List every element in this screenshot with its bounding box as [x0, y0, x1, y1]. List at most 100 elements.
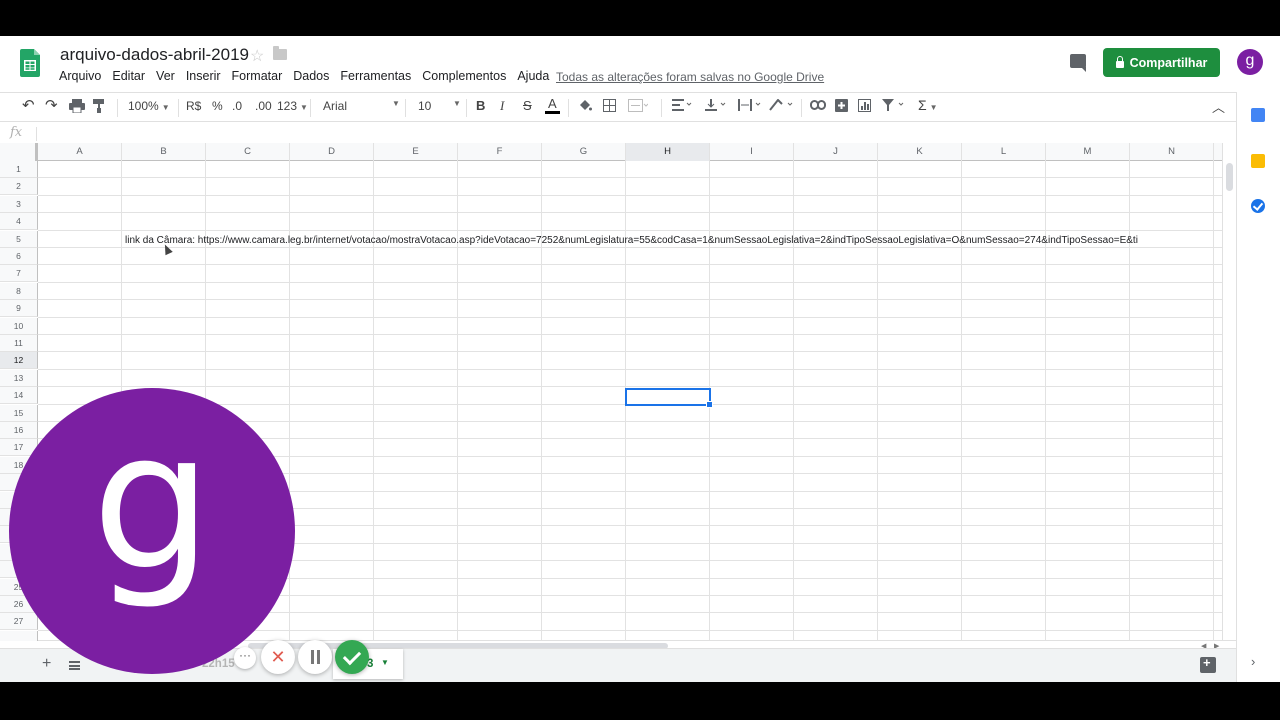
webcam-bubble[interactable]: g — [9, 388, 295, 674]
row-header-10[interactable]: 10 — [0, 317, 38, 335]
row-header-5[interactable]: 5 — [0, 230, 38, 248]
row-header-14[interactable]: 14 — [0, 387, 38, 405]
insert-chart-icon[interactable] — [858, 99, 871, 115]
vertical-scroll-thumb[interactable] — [1226, 163, 1233, 191]
save-status-link[interactable]: Todas as alterações foram salvas no Goog… — [556, 70, 824, 84]
menu-ver[interactable]: Ver — [156, 69, 175, 83]
column-header-k[interactable]: K — [878, 143, 962, 161]
text-rotation-icon[interactable] — [769, 98, 795, 114]
share-button[interactable]: Compartilhar — [1103, 48, 1220, 77]
selected-cell-h12[interactable] — [625, 388, 713, 408]
row-header-2[interactable]: 2 — [0, 178, 38, 196]
font-size-select[interactable]: 10 ▼ — [418, 99, 462, 113]
menu-inserir[interactable]: Inserir — [186, 69, 221, 83]
recorder-pause-button[interactable] — [298, 640, 332, 674]
keep-icon[interactable] — [1251, 154, 1265, 168]
text-wrapping-icon[interactable] — [738, 99, 762, 114]
row-header-11[interactable]: 11 — [0, 335, 38, 352]
row-header-13[interactable]: 13 — [0, 369, 38, 387]
decrease-decimal-button[interactable]: .0 — [232, 99, 242, 113]
column-header-l[interactable]: L — [962, 143, 1046, 161]
menu-arquivo[interactable]: Arquivo — [59, 69, 101, 83]
chevron-right-icon[interactable]: › — [1251, 654, 1255, 669]
row-header-7[interactable]: 7 — [0, 265, 38, 283]
fill-color-icon[interactable] — [578, 99, 592, 116]
calendar-icon[interactable] — [1251, 108, 1265, 122]
row-header-28[interactable] — [0, 630, 38, 641]
cell-b3-text[interactable]: link da Câmara: https://www.camara.leg.b… — [125, 235, 1138, 246]
redo-icon[interactable]: ↷ — [45, 96, 58, 114]
column-header-f[interactable]: F — [458, 143, 542, 161]
menu-dados[interactable]: Dados — [293, 69, 329, 83]
filter-icon[interactable] — [882, 99, 906, 114]
column-header-m[interactable]: M — [1046, 143, 1130, 161]
undo-icon[interactable]: ↶ — [22, 96, 35, 114]
recorder-finish-button[interactable] — [335, 640, 369, 674]
borders-icon[interactable] — [603, 99, 616, 115]
row-header-9[interactable]: 9 — [0, 300, 38, 318]
row-header-3[interactable]: 3 — [0, 195, 38, 213]
explore-icon[interactable] — [1200, 655, 1216, 673]
bold-button[interactable]: B — [476, 98, 485, 113]
star-icon[interactable]: ☆ — [250, 46, 264, 66]
chevron-down-icon[interactable]: ▼ — [381, 658, 389, 667]
column-header-a[interactable]: A — [38, 143, 122, 161]
increase-decimal-button[interactable]: .00 — [255, 99, 272, 113]
column-header-h[interactable]: H — [626, 143, 710, 161]
comments-icon[interactable] — [1070, 54, 1086, 72]
row-header-12[interactable]: 12 — [0, 352, 38, 370]
row-header-4[interactable]: 4 — [0, 213, 38, 231]
horizontal-align-icon[interactable] — [672, 99, 692, 114]
toolbar-divider — [405, 99, 406, 117]
row-header-16[interactable]: 16 — [0, 422, 38, 439]
strikethrough-button[interactable]: S — [523, 98, 532, 113]
menu-ajuda[interactable]: Ajuda — [517, 69, 549, 83]
print-icon[interactable] — [69, 99, 85, 116]
sheets-logo-icon[interactable] — [20, 49, 40, 77]
chevron-down-icon: ▼ — [453, 99, 461, 108]
functions-button[interactable]: Σ ▼ — [918, 97, 938, 113]
currency-button[interactable]: R$ — [186, 99, 201, 113]
column-header-g[interactable]: G — [542, 143, 626, 161]
row-header-1[interactable]: 1 — [0, 161, 38, 178]
column-header-i[interactable]: I — [710, 143, 794, 161]
row-header-27[interactable]: 27 — [0, 613, 38, 631]
document-title[interactable]: arquivo-dados-abril-2019 — [60, 45, 249, 65]
formula-input[interactable] — [44, 126, 1194, 142]
tasks-icon[interactable] — [1251, 199, 1265, 213]
more-formats-select[interactable]: 123 ▼ — [277, 99, 308, 113]
menu-formatar[interactable]: Formatar — [232, 69, 283, 83]
menu-complementos[interactable]: Complementos — [422, 69, 506, 83]
paint-format-icon[interactable] — [93, 99, 105, 116]
column-header-b[interactable]: B — [122, 143, 206, 161]
vertical-scrollbar[interactable] — [1222, 143, 1236, 641]
menu-ferramentas[interactable]: Ferramentas — [340, 69, 411, 83]
menu-editar[interactable]: Editar — [112, 69, 145, 83]
vertical-align-icon[interactable] — [705, 99, 727, 114]
column-header-j[interactable]: J — [794, 143, 878, 161]
insert-link-icon[interactable] — [810, 99, 826, 113]
recorder-more-button[interactable]: ··· — [234, 647, 256, 669]
all-sheets-icon[interactable] — [69, 661, 80, 670]
row-header-8[interactable]: 8 — [0, 282, 38, 300]
select-all-corner[interactable] — [0, 143, 38, 161]
folder-icon[interactable] — [273, 46, 287, 60]
column-header-n[interactable]: N — [1130, 143, 1214, 161]
column-header-d[interactable]: D — [290, 143, 374, 161]
recorder-cancel-button[interactable]: ✕ — [261, 640, 295, 674]
account-avatar[interactable]: g — [1237, 49, 1263, 75]
merge-cells-icon[interactable] — [628, 99, 649, 115]
zoom-select[interactable]: 100% ▼ — [128, 99, 170, 113]
italic-button[interactable]: I — [500, 98, 504, 114]
column-header-c[interactable]: C — [206, 143, 290, 161]
add-sheet-icon[interactable]: + — [42, 655, 51, 673]
font-select[interactable]: Arial ▼ — [323, 99, 400, 113]
row-header-15[interactable]: 15 — [0, 404, 38, 422]
text-color-button[interactable]: A — [545, 96, 560, 114]
grid-hline — [38, 194, 1222, 196]
row-header-6[interactable]: 6 — [0, 248, 38, 265]
collapse-toolbar-icon[interactable]: ︿ — [1212, 97, 1225, 116]
column-header-e[interactable]: E — [374, 143, 458, 161]
insert-comment-icon[interactable] — [835, 99, 848, 115]
percent-button[interactable]: % — [212, 99, 223, 113]
